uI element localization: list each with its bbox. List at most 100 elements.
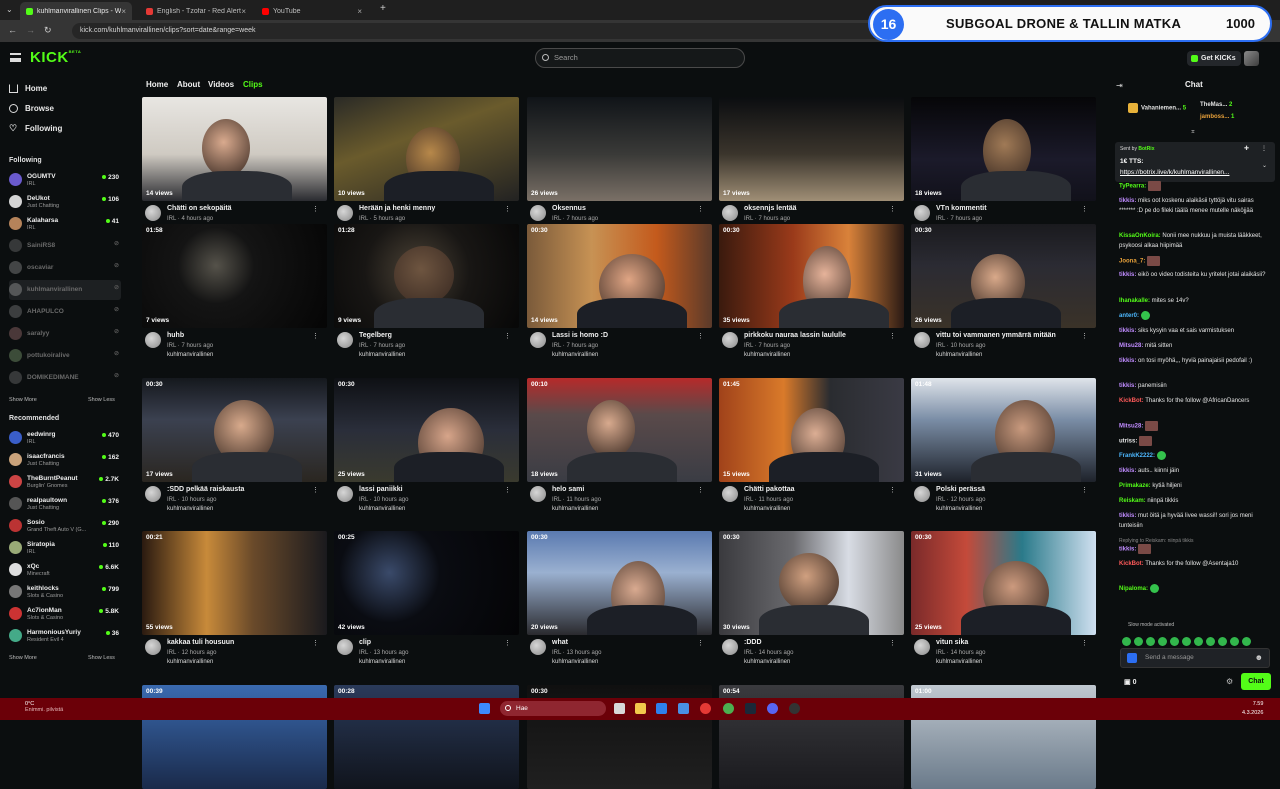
avatar[interactable]: [914, 205, 930, 221]
clip-title[interactable]: huhb: [167, 332, 184, 339]
avatar[interactable]: [530, 332, 546, 348]
clip-card[interactable]: 01:28 9 views Tegelberg IRL · 7 hours ago ku…: [334, 224, 519, 364]
clip-thumbnail[interactable]: 00:30 35 views: [719, 224, 904, 328]
sidebar-channel[interactable]: DeUkot Just Chatting 106: [9, 192, 121, 212]
browser-tab[interactable]: YouTube ×: [256, 2, 368, 20]
close-tab-icon[interactable]: ×: [357, 7, 362, 16]
clip-thumbnail[interactable]: 00:25 42 views: [334, 531, 519, 635]
steam-icon[interactable]: [745, 703, 756, 714]
kebab-menu-icon[interactable]: ⋮: [312, 205, 319, 213]
kebab-menu-icon[interactable]: ⋮: [889, 205, 896, 213]
chat-input[interactable]: Send a message ☻: [1120, 648, 1270, 668]
chrome-icon[interactable]: [723, 703, 734, 714]
chat-username[interactable]: Joona_7:: [1119, 259, 1145, 265]
collapse-chat-icon[interactable]: ⇥: [1116, 81, 1123, 90]
recommended-show-more[interactable]: Show More: [9, 655, 37, 661]
sidebar-channel[interactable]: HarmoniousYuriy Resident Evil 4 36: [9, 626, 121, 646]
chat-username[interactable]: tikkis:: [1119, 358, 1136, 364]
clip-thumbnail[interactable]: 18 views: [911, 97, 1096, 201]
tab-clips[interactable]: Clips: [243, 80, 263, 89]
chat-username[interactable]: Mitsu28:: [1119, 343, 1143, 349]
kebab-menu-icon[interactable]: ⋮: [697, 486, 704, 494]
kebab-menu-icon[interactable]: ⋮: [889, 639, 896, 647]
kicks-balance[interactable]: ▣ 0: [1124, 678, 1136, 686]
clip-card[interactable]: 17 views oksennjs lentää IRL · 7 hours ago…: [719, 97, 904, 237]
new-tab-button[interactable]: +: [380, 3, 386, 14]
emote-icon[interactable]: [1134, 637, 1143, 646]
clip-title[interactable]: Chätti on sekopäitä: [167, 205, 232, 212]
chat-username[interactable]: tikkis:: [1119, 272, 1136, 278]
clip-username[interactable]: kuhlmanvirallinen: [552, 506, 598, 512]
clip-card[interactable]: 00:30 35 views pirkkoku nauraa lassin laul…: [719, 224, 904, 364]
clip-thumbnail[interactable]: 01:45 15 views: [719, 378, 904, 482]
clip-card[interactable]: 00:10 18 views helo sami IRL · 11 hours ago…: [527, 378, 712, 518]
kebab-menu-icon[interactable]: ⋮: [697, 205, 704, 213]
clip-card[interactable]: 26 viewsOksennusIRL · 7 hours agokuhlman…: [527, 97, 712, 237]
kebab-menu-icon[interactable]: ⋮: [1081, 639, 1088, 647]
emote-icon[interactable]: [1122, 637, 1131, 646]
avatar[interactable]: [337, 205, 353, 221]
avatar[interactable]: [914, 639, 930, 655]
avatar[interactable]: [337, 486, 353, 502]
clip-title[interactable]: Herään ja henki menny: [359, 205, 435, 212]
chat-username[interactable]: tikkis:: [1119, 383, 1136, 389]
clip-thumbnail[interactable]: 00:30 30 views: [719, 531, 904, 635]
clip-card[interactable]: 00:30 25 views vitun sika IRL · 14 hours ag…: [911, 531, 1096, 671]
system-clock[interactable]: 7.59 4.3.2026: [1242, 700, 1263, 718]
following-show-more[interactable]: Show More: [9, 397, 37, 403]
reload-icon[interactable]: ↻: [44, 25, 52, 36]
clip-thumbnail[interactable]: 01:48 31 views: [911, 378, 1096, 482]
clip-card[interactable]: 00:25 42 views clip IRL · 13 hours ago kuhlm…: [334, 531, 519, 671]
hamburger-menu-icon[interactable]: [10, 53, 21, 62]
clip-username[interactable]: kuhlmanvirallinen: [167, 352, 213, 358]
clip-card[interactable]: 00:30 17 views:SDD pelkää raiskausta IRL ·…: [142, 378, 327, 518]
sidebar-channel[interactable]: AHAPULCO ⊘: [9, 302, 121, 322]
chat-username[interactable]: Primakaze:: [1119, 483, 1151, 489]
sidebar-channel[interactable]: eedwinrg IRL 470: [9, 428, 121, 448]
clip-title[interactable]: vittu toi vammanen ymmärrä mitään: [936, 332, 1056, 339]
recommended-show-less[interactable]: Show Less: [88, 655, 115, 661]
kebab-menu-icon[interactable]: ⋮: [504, 486, 511, 494]
store-icon[interactable]: [656, 703, 667, 714]
clip-thumbnail[interactable]: 00:30 17 views: [142, 378, 327, 482]
chat-username[interactable]: tikkis:: [1119, 198, 1136, 204]
kebab-menu-icon[interactable]: ⋮: [504, 639, 511, 647]
chat-username[interactable]: tikkis:: [1119, 547, 1136, 553]
emoji-picker-icon[interactable]: ☻: [1255, 649, 1263, 667]
avatar[interactable]: [530, 205, 546, 221]
chat-username[interactable]: tikkis:: [1119, 468, 1136, 474]
clip-title[interactable]: oksennjs lentää: [744, 205, 797, 212]
avatar[interactable]: [722, 332, 738, 348]
tab-home[interactable]: Home: [146, 80, 168, 89]
avatar[interactable]: [145, 332, 161, 348]
emote-icon[interactable]: [1194, 637, 1203, 646]
avatar[interactable]: [722, 486, 738, 502]
chat-username[interactable]: tikkis:: [1119, 513, 1136, 519]
kebab-menu-icon[interactable]: ⋮: [889, 332, 896, 340]
clip-thumbnail[interactable]: 01:58 7 views: [142, 224, 327, 328]
clip-card[interactable]: 00:30 26 views vittu toi vammanen ymmärrä …: [911, 224, 1096, 364]
clip-title[interactable]: Polski perässä: [936, 486, 985, 493]
avatar[interactable]: [337, 332, 353, 348]
emote-icon[interactable]: [1170, 637, 1179, 646]
avatar[interactable]: [145, 486, 161, 502]
clip-username[interactable]: kuhlmanvirallinen: [552, 352, 598, 358]
clip-title[interactable]: what: [552, 639, 568, 646]
clip-thumbnail[interactable]: 10 views: [334, 97, 519, 201]
close-tab-icon[interactable]: ×: [241, 7, 246, 16]
clip-username[interactable]: kuhlmanvirallinen: [359, 506, 405, 512]
kebab-menu-icon[interactable]: ⋮: [1081, 332, 1088, 340]
sidebar-channel[interactable]: pottukoiralive ⊘: [9, 346, 121, 366]
chat-username[interactable]: KickBot:: [1119, 561, 1144, 567]
kebab-menu-icon[interactable]: ⋮: [1081, 205, 1088, 213]
sidebar-channel[interactable]: saralyy ⊘: [9, 324, 121, 344]
avatar[interactable]: [145, 205, 161, 221]
chat-username[interactable]: TyPearra:: [1119, 184, 1146, 190]
avatar[interactable]: [914, 332, 930, 348]
kebab-menu-icon[interactable]: ⋮: [1081, 486, 1088, 494]
clip-title[interactable]: vitun sika: [936, 639, 968, 646]
clip-card[interactable]: 01:48 31 views Polski perässä IRL · 12 hour…: [911, 378, 1096, 518]
clip-thumbnail[interactable]: 00:30 20 views: [527, 531, 712, 635]
chat-send-button[interactable]: Chat: [1241, 673, 1271, 690]
clip-thumbnail[interactable]: 17 views: [719, 97, 904, 201]
